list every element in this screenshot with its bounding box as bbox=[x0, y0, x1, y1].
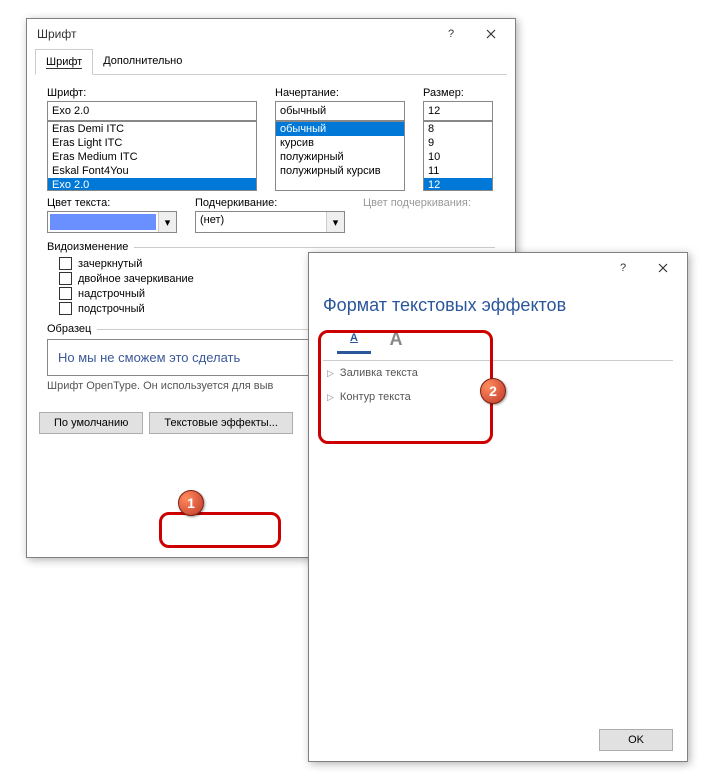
color-swatch bbox=[50, 214, 156, 230]
underline-value: (нет) bbox=[196, 212, 326, 232]
callout-badge-2: 2 bbox=[480, 378, 506, 404]
list-item[interactable]: Eras Medium ITC bbox=[48, 150, 256, 164]
help-button[interactable]: ? bbox=[603, 254, 643, 282]
font-color-combo[interactable]: ▾ bbox=[47, 211, 177, 233]
list-item[interactable]: 8 bbox=[424, 122, 492, 136]
chevron-down-icon: ▾ bbox=[158, 212, 176, 232]
tab-advanced[interactable]: Дополнительно bbox=[93, 49, 192, 74]
underline-label: Подчеркивание: bbox=[195, 197, 345, 209]
list-item[interactable]: 12 bbox=[424, 178, 492, 191]
size-listbox[interactable]: 8 9 10 11 12 bbox=[423, 121, 493, 191]
list-item[interactable]: 9 bbox=[424, 136, 492, 150]
font-label: Шрифт: bbox=[47, 87, 257, 99]
dialog-title: Шрифт bbox=[37, 27, 431, 41]
list-item[interactable]: полужирный курсив bbox=[276, 164, 404, 178]
tab-font[interactable]: Шрифт bbox=[35, 49, 93, 75]
list-item[interactable]: Exo 2.0 bbox=[48, 178, 256, 191]
expand-icon: ▷ bbox=[327, 368, 334, 379]
font-listbox[interactable]: Eras Demi ITC Eras Light ITC Eras Medium… bbox=[47, 121, 257, 191]
list-item[interactable]: Eras Demi ITC bbox=[48, 122, 256, 136]
titlebar: ? bbox=[309, 253, 687, 283]
expand-icon: ▷ bbox=[327, 392, 334, 403]
callout-badge-1: 1 bbox=[178, 490, 204, 516]
icon-tab-strip: A A bbox=[323, 324, 673, 361]
help-button[interactable]: ? bbox=[431, 20, 471, 48]
list-item[interactable]: Eskal Font4You bbox=[48, 164, 256, 178]
default-button[interactable]: По умолчанию bbox=[39, 412, 143, 434]
text-effects-button[interactable]: Текстовые эффекты... bbox=[149, 412, 293, 434]
text-fill-tab-icon[interactable]: A bbox=[337, 324, 371, 354]
underline-combo[interactable]: (нет) ▾ bbox=[195, 211, 345, 233]
list-item[interactable]: Eras Light ITC bbox=[48, 136, 256, 150]
titlebar: Шрифт ? bbox=[27, 19, 515, 49]
tab-strip: Шрифт Дополнительно bbox=[35, 49, 507, 75]
close-button[interactable] bbox=[643, 254, 683, 282]
size-input[interactable] bbox=[423, 101, 493, 121]
size-label: Размер: bbox=[423, 87, 493, 99]
format-dialog-title: Формат текстовых эффектов bbox=[309, 283, 687, 324]
style-listbox[interactable]: обычный курсив полужирный полужирный кур… bbox=[275, 121, 405, 191]
list-item[interactable]: курсив bbox=[276, 136, 404, 150]
style-label: Начертание: bbox=[275, 87, 405, 99]
chevron-down-icon: ▾ bbox=[326, 212, 344, 232]
list-item[interactable]: 10 bbox=[424, 150, 492, 164]
underline-color-label: Цвет подчеркивания: bbox=[363, 197, 495, 209]
format-effects-dialog: ? Формат текстовых эффектов A A ▷ Заливк… bbox=[308, 252, 688, 762]
font-input[interactable] bbox=[47, 101, 257, 121]
font-color-label: Цвет текста: bbox=[47, 197, 177, 209]
list-item[interactable]: обычный bbox=[276, 122, 404, 136]
list-item[interactable]: 11 bbox=[424, 164, 492, 178]
style-input[interactable] bbox=[275, 101, 405, 121]
close-button[interactable] bbox=[471, 20, 511, 48]
ok-button[interactable]: OK bbox=[599, 729, 673, 751]
text-effects-tab-icon[interactable]: A bbox=[379, 324, 413, 354]
list-item[interactable]: полужирный bbox=[276, 150, 404, 164]
